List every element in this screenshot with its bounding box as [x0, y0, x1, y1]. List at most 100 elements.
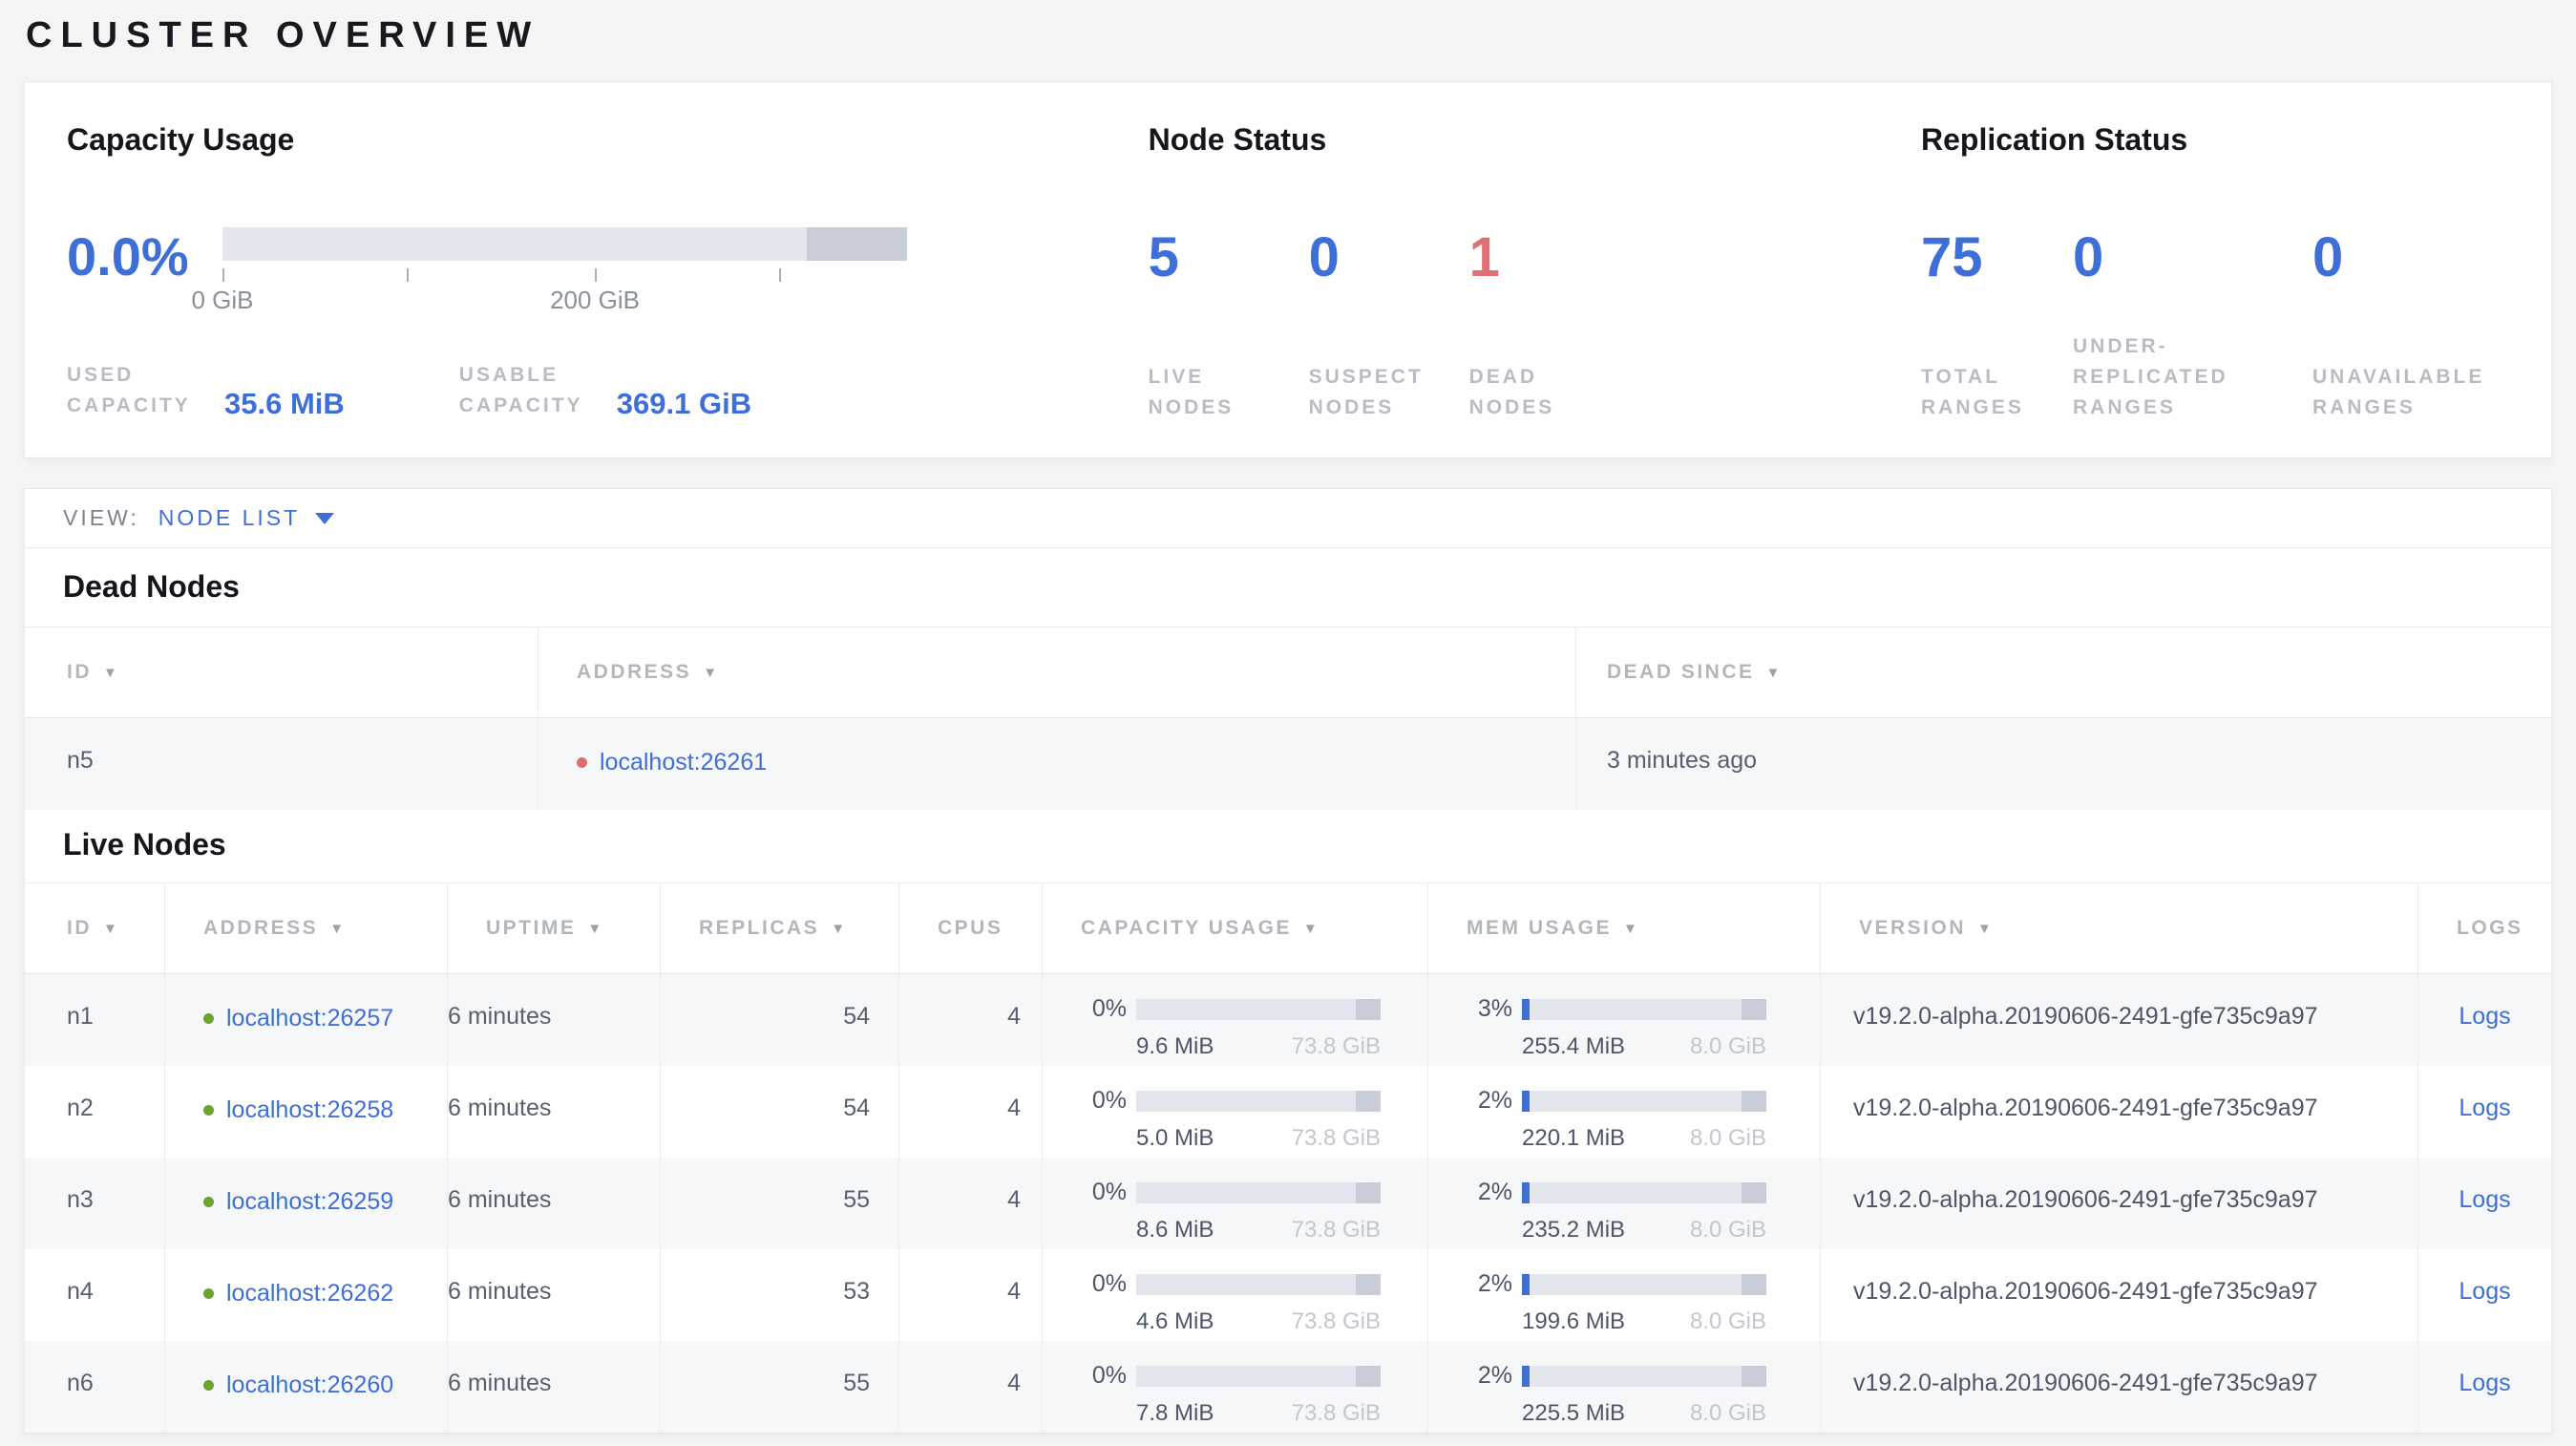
stat-dead-nodes: 1 DEAD NODES: [1469, 230, 1630, 423]
view-label: VIEW:: [63, 505, 139, 530]
node-status-dot: [203, 1288, 214, 1299]
capacity-usage-chart-row: 0.0% 0 GiB 200 GiB: [67, 227, 1149, 337]
usage-total-value: 8.0 GiB: [1689, 1033, 1766, 1059]
node-address-link[interactable]: localhost:26260: [226, 1372, 393, 1399]
capacity-usage-cell: 0% 8.6 MiB 73.8 GiB: [1043, 1158, 1428, 1249]
stat-value: 5: [1148, 226, 1179, 288]
column-header-address[interactable]: ADDRESS ▼: [165, 883, 448, 973]
stat-total-ranges: 75 TOTAL RANGES: [1921, 230, 2073, 423]
usage-total-value: 73.8 GiB: [1291, 1125, 1381, 1151]
dead-since-cell: 3 minutes ago: [1607, 747, 1758, 774]
view-selector[interactable]: NODE LIST: [158, 505, 335, 531]
usage-total-value: 8.0 GiB: [1689, 1400, 1766, 1426]
usage-total-value: 8.0 GiB: [1689, 1125, 1766, 1151]
usage-values: 5.0 MiB 73.8 GiB: [1136, 1125, 1381, 1152]
logs-link[interactable]: Logs: [2459, 1278, 2510, 1305]
node-address-link[interactable]: localhost:26262: [226, 1280, 393, 1308]
column-header-label: LOGS: [2457, 917, 2523, 939]
column-header-replicas[interactable]: REPLICAS ▼: [661, 883, 899, 973]
node-status-panel: Node Status 5 LIVE NODES 0 SUSPECT NODES 1 DE…: [1149, 120, 1921, 457]
column-header-label: ADDRESS: [577, 661, 692, 683]
stat-value: 75: [1921, 226, 1983, 288]
usage-values: 235.2 MiB 8.0 GiB: [1522, 1217, 1766, 1244]
logs-link[interactable]: Logs: [2459, 1370, 2510, 1396]
dead-nodes-table-header: ID ▼ ADDRESS ▼ DEAD SINCE ▼: [25, 627, 2551, 718]
column-header-label: CAPACITY USAGE: [1081, 917, 1292, 939]
node-status-dot: [203, 1197, 214, 1207]
column-header-label: DEAD SINCE: [1607, 661, 1755, 683]
mem-usage-cell: 2% 220.1 MiB 8.0 GiB: [1428, 1066, 1821, 1158]
column-header-label: ADDRESS: [203, 917, 319, 939]
cpus-cell: 4: [899, 1066, 1043, 1158]
live-node-row: n4 localhost:26262 6 minutes 53 4 0% 4.6 MiB 73…: [25, 1249, 2551, 1341]
usage-values: 225.5 MiB 8.0 GiB: [1522, 1400, 1766, 1427]
stat-label: SUSPECT NODES: [1308, 366, 1424, 418]
node-address-cell: localhost:26262: [165, 1249, 448, 1341]
node-address-cell: localhost:26260: [165, 1341, 448, 1433]
usable-capacity-value: 369.1 GiB: [616, 387, 752, 420]
mem-usage-cell: 3% 255.4 MiB 8.0 GiB: [1428, 974, 1821, 1066]
column-header-uptime[interactable]: UPTIME ▼: [448, 883, 661, 973]
column-header-address[interactable]: ADDRESS ▼: [538, 627, 1576, 717]
column-header-version[interactable]: VERSION ▼: [1821, 883, 2418, 973]
capacity-bar: [222, 227, 907, 261]
usage-bar: [1522, 1090, 1766, 1112]
usage-percent: 0%: [1091, 1362, 1127, 1389]
column-header-id[interactable]: ID ▼: [25, 627, 538, 717]
live-node-row: n1 localhost:26257 6 minutes 54 4 0% 9.6 MiB 73…: [25, 974, 2551, 1066]
usage-bar: [1522, 1181, 1766, 1203]
usage-total-value: 8.0 GiB: [1689, 1308, 1766, 1334]
stat-value: 0: [2312, 226, 2344, 288]
usage-bar-other-segment: [1742, 1181, 1766, 1203]
logs-link[interactable]: Logs: [2459, 1186, 2510, 1213]
node-address-cell: localhost:26261: [538, 718, 1576, 810]
usage-values: 199.6 MiB 8.0 GiB: [1522, 1308, 1766, 1335]
usage-percent: 2%: [1477, 1362, 1512, 1389]
version-cell: v19.2.0-alpha.20190606-2491-gfe735c9a97: [1821, 1066, 2418, 1158]
capacity-usage-cell: 0% 5.0 MiB 73.8 GiB: [1043, 1066, 1428, 1158]
used-capacity-value: 35.6 MiB: [224, 387, 345, 420]
usage-percent: 0%: [1091, 1179, 1127, 1205]
live-nodes-table-header: ID ▼ ADDRESS ▼ UPTIME ▼ REPLICAS ▼ CPUS CAPACITY …: [25, 882, 2551, 974]
usage-bar-row: 3%: [1446, 995, 1820, 1023]
logs-cell: Logs: [2418, 974, 2551, 1066]
capacity-usage-cell: 0% 9.6 MiB 73.8 GiB: [1043, 974, 1428, 1066]
column-header-cpus: CPUS: [899, 883, 1043, 973]
usage-bar-other-segment: [1742, 1090, 1766, 1112]
node-address-link[interactable]: localhost:26261: [600, 749, 767, 776]
logs-cell: Logs: [2418, 1066, 2551, 1158]
node-id-cell: n1: [25, 974, 165, 1066]
column-header-mem-usage[interactable]: MEM USAGE ▼: [1428, 883, 1821, 973]
usage-bar: [1136, 1273, 1381, 1295]
stat-label: LIVE NODES: [1148, 366, 1235, 418]
column-header-id[interactable]: ID ▼: [25, 883, 165, 973]
live-nodes-title: Live Nodes: [63, 827, 226, 861]
usage-used-value: 5.0 MiB: [1136, 1125, 1214, 1151]
usage-percent: 2%: [1477, 1179, 1512, 1205]
stat-value: 1: [1468, 226, 1500, 288]
usage-percent: 3%: [1477, 995, 1512, 1022]
usage-percent: 0%: [1091, 1270, 1127, 1297]
column-header-capacity-usage[interactable]: CAPACITY USAGE ▼: [1043, 883, 1428, 973]
logs-link[interactable]: Logs: [2459, 1003, 2510, 1030]
usage-bar: [1522, 1365, 1766, 1387]
column-header-label: ID: [67, 917, 92, 939]
node-address-link[interactable]: localhost:26259: [226, 1188, 393, 1216]
logs-link[interactable]: Logs: [2459, 1095, 2510, 1121]
mem-usage-cell: 2% 199.6 MiB 8.0 GiB: [1428, 1249, 1821, 1341]
node-address-link[interactable]: localhost:26257: [226, 1005, 393, 1032]
view-bar: VIEW: NODE LIST: [25, 489, 2551, 548]
version-cell: v19.2.0-alpha.20190606-2491-gfe735c9a97: [1821, 1249, 2418, 1341]
node-address-link[interactable]: localhost:26258: [226, 1096, 393, 1124]
axis-tick-label: 0 GiB: [191, 286, 254, 314]
live-node-row: n2 localhost:26258 6 minutes 54 4 0% 5.0 MiB 73…: [25, 1066, 2551, 1158]
usage-bar-other-segment: [1742, 1273, 1766, 1295]
usage-bar: [1136, 1365, 1381, 1387]
usage-bar-other-segment: [1356, 998, 1381, 1020]
column-header-dead-since[interactable]: DEAD SINCE ▼: [1576, 627, 2551, 717]
overview-card: Capacity Usage 0.0% 0 GiB 200 GiB USED CA…: [24, 81, 2552, 458]
usage-bar-row: 0%: [1060, 1179, 1427, 1206]
usage-percent: 2%: [1477, 1270, 1512, 1297]
usage-total-value: 73.8 GiB: [1291, 1400, 1381, 1426]
usage-values: 8.6 MiB 73.8 GiB: [1136, 1217, 1381, 1244]
